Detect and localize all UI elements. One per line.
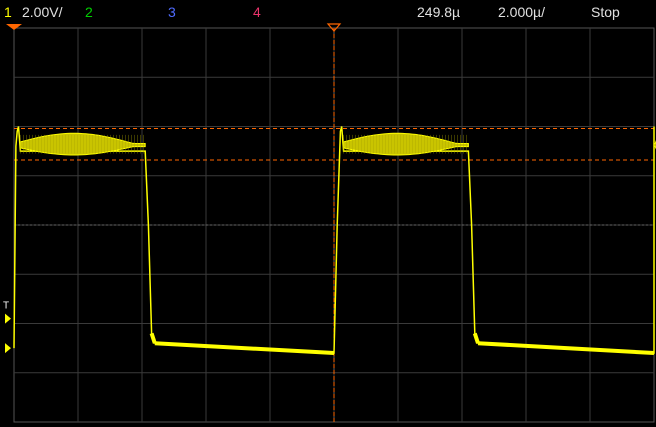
channel-1-trace — [13, 126, 656, 356]
low-level-segment — [154, 341, 335, 356]
trigger-level-marker — [5, 313, 11, 324]
channel-1-ground-marker — [5, 343, 11, 354]
waveform-display: T — [3, 23, 656, 423]
low-level-segment — [472, 332, 480, 344]
trigger-level-label: T — [3, 301, 9, 312]
screen-markers: T — [3, 23, 342, 354]
low-level-segment — [149, 332, 157, 344]
low-level-segment — [477, 341, 655, 356]
graticule — [13, 27, 655, 423]
oscilloscope-screen: 1 2.00V/ 2 3 4 249.8µ 2.000µ/ Stop T — [0, 0, 656, 427]
left-time-marker — [6, 24, 22, 30]
